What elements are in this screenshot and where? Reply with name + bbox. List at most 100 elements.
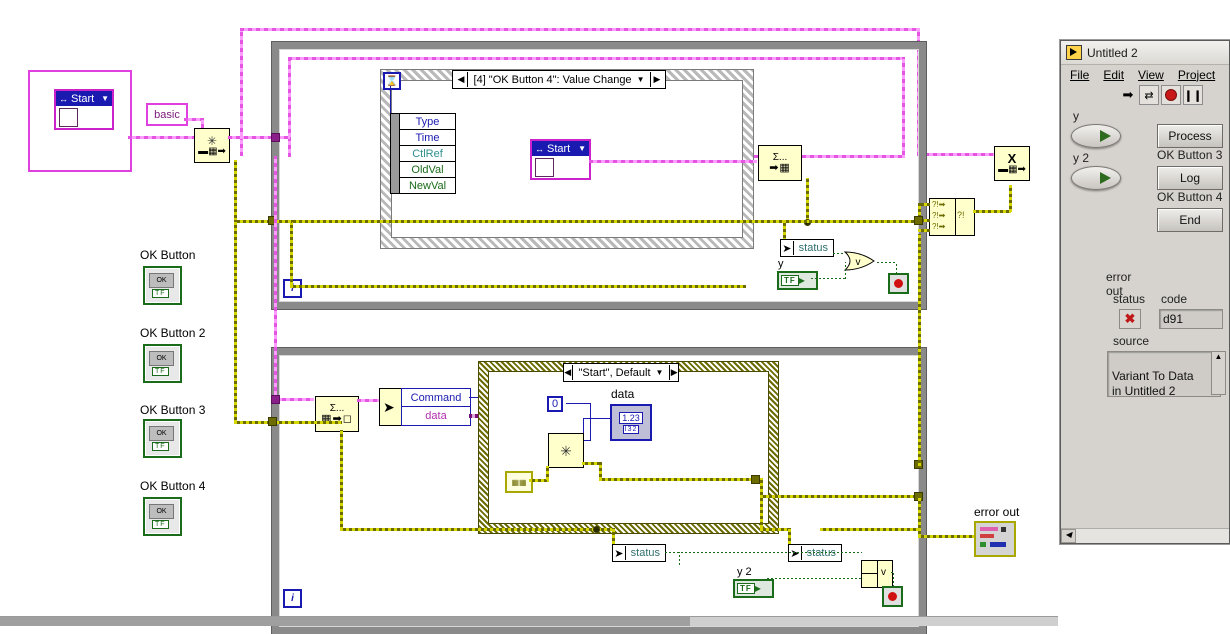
cluster-field-command[interactable]: Command — [402, 389, 470, 407]
menu-item-edit[interactable]: Edit — [1103, 68, 1124, 82]
event-field-ctlref[interactable]: CtlRef — [400, 146, 455, 162]
error-cluster-constant[interactable]: ▦▦ — [505, 471, 533, 493]
event-data-bar — [391, 114, 400, 193]
unbundle-status-bottom-2[interactable]: ➤ status — [788, 544, 842, 562]
enum-constant-start-left[interactable]: ↔ Start ▼ — [54, 89, 114, 130]
abort-icon[interactable] — [1161, 85, 1181, 105]
led-indicator-y2 — [1071, 166, 1121, 190]
or-gate-bottom-divider — [862, 573, 877, 574]
ok-button-tf-1: TF — [152, 289, 169, 298]
dequeue-element-node[interactable]: Σ... ▦➡◻ — [315, 396, 359, 432]
event-field-newval[interactable]: NewVal — [400, 178, 455, 193]
button-log[interactable]: Log — [1157, 166, 1223, 190]
enum-body-event — [532, 156, 589, 178]
variant-to-data-node[interactable]: ✳ — [548, 433, 584, 468]
event-next-arrow[interactable]: ▶ — [650, 72, 662, 87]
err-wire-enqueue-right — [806, 220, 918, 223]
control-ok-button-4[interactable]: OK TF — [143, 497, 182, 536]
or-gate-top: v — [843, 251, 875, 271]
queue-wire-bottom-feed-h — [274, 398, 314, 401]
iteration-terminal-bottom: i — [283, 589, 302, 608]
led-label-y2: y 2 — [1073, 151, 1090, 165]
control-ok-button[interactable]: OK TF — [143, 266, 182, 305]
error-out-bar-4 — [990, 542, 1006, 547]
chevron-down-icon[interactable]: ▼ — [637, 75, 645, 84]
numeric-constant-zero[interactable]: 0 — [547, 396, 564, 412]
event-case-selector[interactable]: ◀ [4] "OK Button 4": Value Change ▼ ▶ — [452, 70, 666, 89]
event-case-text: [4] "OK Button 4": Value Change — [473, 73, 632, 86]
menu-item-file[interactable]: File — [1070, 68, 1089, 82]
enum-caret-icon-event[interactable]: ▼ — [578, 144, 586, 153]
ok-button-glyph-1: OK — [149, 273, 174, 288]
variant-to-data-glyph: ✳ — [560, 442, 572, 459]
err-wire-merge-to-release-h — [973, 210, 1011, 213]
obtain-queue-node[interactable]: ✳ ▬▦➡ — [194, 128, 230, 163]
err-wire-dequeue-down — [340, 430, 343, 530]
case-chevron-down-icon[interactable]: ▼ — [656, 368, 664, 377]
enqueue-element-node[interactable]: Σ... ➡▦ — [758, 145, 802, 181]
led-label-y: y — [1073, 109, 1079, 123]
err-wire-enqueue-down — [806, 178, 809, 221]
run-continuous-icon[interactable]: ⇄ — [1139, 85, 1159, 105]
menu-bar[interactable]: File Edit View Project — [1061, 65, 1229, 84]
event-field-oldval[interactable]: OldVal — [400, 162, 455, 178]
error-out-indicator[interactable] — [974, 521, 1016, 557]
unbundle-status-top[interactable]: ➤ status — [780, 239, 834, 257]
err-tunnel-case-right — [751, 475, 760, 484]
front-panel-window[interactable]: Untitled 2 File Edit View Project ➡ ⇄ ❙❙… — [1060, 40, 1230, 544]
menu-item-project[interactable]: Project — [1178, 68, 1215, 82]
button-end[interactable]: End — [1157, 208, 1223, 232]
run-toolbar[interactable]: ➡ ⇄ ❙❙ — [1061, 84, 1229, 106]
err-wire-top-loop-left — [290, 220, 783, 223]
enum-header-left: ↔ Start ▼ — [56, 91, 112, 106]
bool-terminal-y-text: TF — [781, 275, 799, 286]
release-queue-node[interactable]: X ▬▦➡ — [994, 146, 1030, 181]
bool-wire-status-or — [833, 253, 845, 254]
err-wire-feed-top-h — [234, 220, 292, 223]
error-source-scrollbar[interactable]: ▲ — [1211, 351, 1226, 395]
hscroll-left-arrow[interactable]: ◀ — [1061, 529, 1076, 543]
loop-stop-terminal-top[interactable] — [888, 273, 909, 294]
bool-wire-b1-or — [665, 552, 862, 553]
unbundle-status-bottom-1[interactable]: ➤ status — [612, 544, 666, 562]
event-prev-arrow[interactable]: ◀ — [456, 72, 468, 87]
or-gate-bottom-split — [877, 561, 878, 587]
cluster-field-data[interactable]: data — [402, 407, 470, 424]
bool-wire-b1-or-v — [679, 552, 680, 565]
window-titlebar[interactable]: Untitled 2 — [1061, 41, 1229, 65]
case-next-arrow[interactable]: ▶ — [669, 365, 678, 380]
case-selector-header[interactable]: ◀ "Start", Default ▼ ▶ — [563, 363, 679, 382]
error-source-label: source — [1113, 334, 1150, 348]
ok-button-glyph-3: OK — [149, 426, 174, 441]
control-ok-button-3[interactable]: OK TF — [143, 419, 182, 458]
case-prev-arrow[interactable]: ◀ — [564, 365, 573, 380]
enum-constant-start-event[interactable]: ↔ Start ▼ — [530, 139, 591, 180]
wire-zero-down — [590, 403, 591, 440]
pause-icon[interactable]: ❙❙ — [1183, 85, 1203, 105]
control-label-ok-button-4: OK Button 4 — [140, 479, 206, 493]
numeric-indicator-data[interactable]: 1.23 I32 — [610, 404, 652, 441]
cluster-field-list: Command data — [401, 388, 471, 426]
enum-caret-icon-left[interactable]: ▼ — [101, 94, 109, 103]
menu-item-view[interactable]: View — [1138, 68, 1164, 82]
err-wire-top-loop-bottom — [290, 285, 746, 288]
error-source-field[interactable]: Variant To Data in Untitled 2 — [1107, 351, 1221, 398]
bool-terminal-y[interactable]: TF ▶ — [777, 271, 818, 290]
merge-errors-inputs: ?!➡ ?!➡ ?!➡ — [929, 198, 956, 236]
window-hscrollbar[interactable]: ◀ — [1061, 528, 1229, 543]
string-constant-basic[interactable]: basic — [146, 103, 188, 126]
error-code-field[interactable]: d91 — [1159, 309, 1223, 329]
run-icon[interactable]: ➡ — [1119, 86, 1137, 104]
or-gate-bottom-label: v — [881, 567, 886, 578]
button-process-label: Process — [1168, 129, 1212, 143]
err-wire-to-error-out-v — [918, 495, 921, 537]
loop-stop-terminal-bottom[interactable] — [882, 586, 903, 607]
button-process[interactable]: Process — [1157, 124, 1223, 148]
event-field-type[interactable]: Type — [400, 114, 455, 130]
event-field-time[interactable]: Time — [400, 130, 455, 146]
control-ok-button-2[interactable]: OK TF — [143, 344, 182, 383]
bool-wire-y-or-v — [845, 262, 846, 279]
bool-terminal-y2[interactable]: TF ▶ — [733, 579, 774, 598]
labview-app-icon — [1066, 45, 1082, 60]
err-wire-to-error-out — [918, 535, 974, 538]
